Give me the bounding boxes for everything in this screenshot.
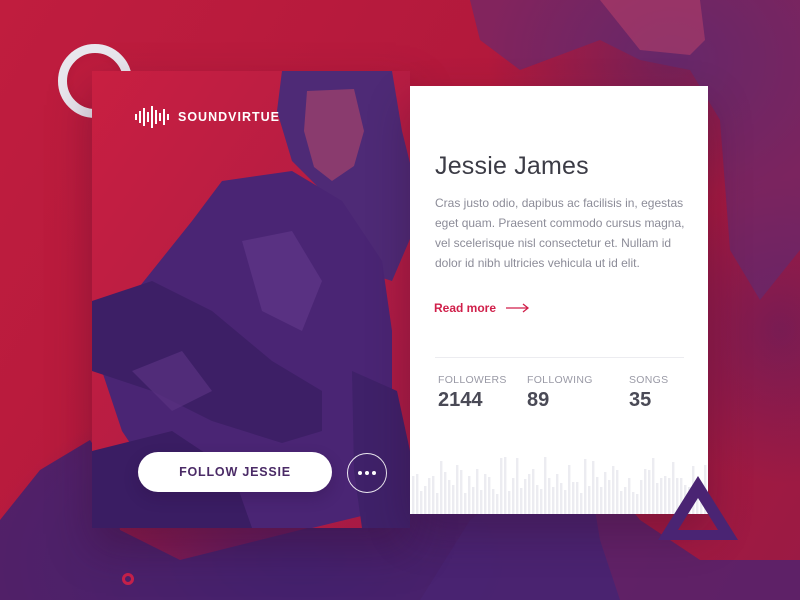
waveform-bar [452, 485, 455, 514]
stat-value: 35 [629, 389, 652, 411]
waveform-bar [648, 470, 651, 514]
waveform-bar [456, 465, 459, 514]
waveform-bar [536, 485, 539, 514]
waveform-bar [472, 487, 475, 514]
stat-songs: SONGS 35 [629, 374, 668, 412]
waveform-bar [596, 477, 599, 514]
waveform-bar [580, 493, 583, 514]
waveform-bar [488, 477, 491, 514]
waveform-bar [540, 489, 543, 514]
stat-following: FOLLOWING 89 [527, 374, 593, 412]
waveform-bar [624, 487, 627, 514]
more-options-button[interactable] [347, 453, 387, 493]
waveform-bar [424, 486, 427, 514]
waveform-bar [568, 465, 571, 514]
waveform-bar [440, 461, 443, 514]
waveform-bar [620, 491, 623, 514]
stat-label: FOLLOWERS [438, 374, 507, 386]
waveform-bar [644, 469, 647, 514]
stat-followers: FOLLOWERS 2144 [438, 374, 507, 412]
stat-label: SONGS [629, 374, 669, 386]
waveform-bar [432, 476, 435, 514]
brand-logo[interactable]: SOUNDVIRTUE [135, 106, 280, 128]
waveform-bar [584, 459, 587, 514]
decorative-triangle-icon [658, 476, 738, 540]
waveform-bar [616, 470, 619, 514]
waveform-bar [524, 479, 527, 514]
waveform-bar [484, 474, 487, 514]
waveform-bar [480, 490, 483, 514]
waveform-bar [604, 472, 607, 514]
waveform-bar [496, 494, 499, 514]
stat-value: 2144 [438, 389, 483, 411]
waveform-bar [588, 486, 591, 514]
waveform-bar [608, 480, 611, 514]
waveform-bar [492, 489, 495, 514]
waveform-bar [652, 458, 655, 514]
stat-label: FOLLOWING [527, 374, 593, 386]
read-more-label: Read more [434, 301, 497, 315]
brand-name: SOUNDVIRTUE [178, 110, 280, 124]
waveform-bar [464, 493, 467, 514]
waveform-bar [476, 469, 479, 514]
waveform-bar [520, 488, 523, 514]
waveform-bar [436, 493, 439, 514]
waveform-bar [528, 474, 531, 514]
waveform-bar [500, 458, 503, 514]
divider [435, 357, 684, 358]
follow-button[interactable]: FOLLOW JESSIE [138, 452, 332, 492]
decorative-dot-icon [122, 573, 134, 585]
artist-info-card: Jessie James Cras justo odio, dapibus ac… [410, 86, 708, 514]
more-dots-icon [358, 471, 362, 475]
stat-value: 89 [527, 389, 550, 411]
waveform-bar [516, 458, 519, 514]
artist-bio: Cras justo odio, dapibus ac facilisis in… [435, 196, 685, 270]
waveform-bar [564, 490, 567, 514]
waveform-bar [612, 466, 615, 514]
arrow-right-icon [506, 303, 530, 313]
waveform-bar [428, 478, 431, 514]
waveform-bar [512, 478, 515, 514]
waveform-bar [544, 457, 547, 514]
waveform-bar [592, 461, 595, 514]
waveform-bar [600, 487, 603, 514]
waveform-bar [556, 474, 559, 514]
waveform-bar [412, 476, 415, 514]
waveform-bar [640, 480, 643, 514]
waveform-bar [552, 487, 555, 514]
artist-name: Jessie James [435, 152, 589, 180]
waveform-bar [468, 476, 471, 514]
waveform-bar [416, 474, 419, 514]
waveform-bar [504, 457, 507, 514]
waveform-bar [444, 472, 447, 514]
waveform-bar [532, 469, 535, 514]
waveform-bar [628, 478, 631, 514]
waveform-bar [576, 482, 579, 514]
waveform-bar [508, 491, 511, 514]
waveform-bar [572, 482, 575, 514]
waveform-bar [636, 494, 639, 514]
read-more-link[interactable]: Read more [434, 301, 530, 315]
waveform-bar [548, 478, 551, 514]
waveform-bar [448, 480, 451, 514]
waveform-bar [632, 492, 635, 514]
waveform-bar [560, 483, 563, 514]
more-dot [372, 471, 376, 475]
waveform-bar [460, 470, 463, 514]
waveform-bar [420, 491, 423, 514]
more-dot [365, 471, 369, 475]
sound-wave-icon [135, 106, 169, 128]
